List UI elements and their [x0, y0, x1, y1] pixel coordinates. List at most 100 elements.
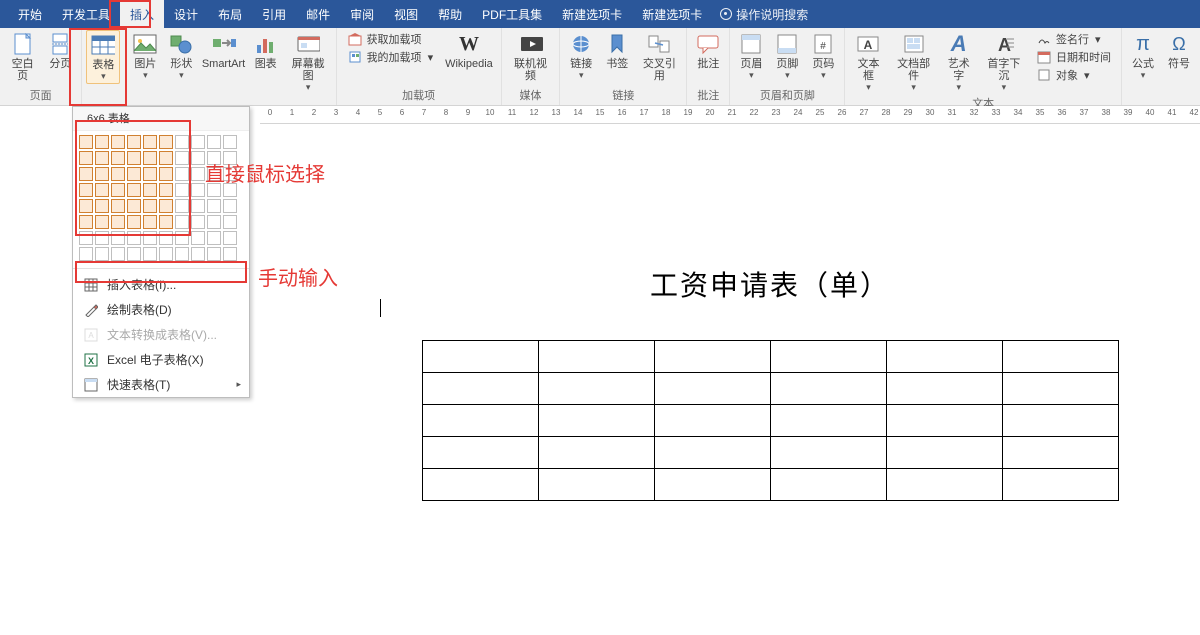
date-time-button[interactable]: 日期和时间	[1030, 48, 1117, 66]
footer-button[interactable]: 页脚 ▾	[770, 30, 804, 82]
grid-cell[interactable]	[207, 231, 221, 245]
get-addins-button[interactable]: 获取加载项	[341, 30, 440, 48]
grid-cell[interactable]	[191, 231, 205, 245]
smartart-button[interactable]: SmartArt	[200, 30, 246, 72]
grid-cell[interactable]	[95, 247, 109, 261]
quick-tables-menu-item[interactable]: 快速表格(T) ▸	[73, 372, 249, 397]
screenshot-button[interactable]: 屏幕截图 ▾	[285, 30, 332, 94]
grid-cell[interactable]	[191, 135, 205, 149]
grid-cell[interactable]	[111, 151, 125, 165]
grid-cell[interactable]	[79, 215, 93, 229]
grid-cell[interactable]	[143, 151, 157, 165]
table-cell[interactable]	[770, 341, 886, 373]
grid-cell[interactable]	[143, 247, 157, 261]
grid-cell[interactable]	[175, 183, 189, 197]
quick-parts-button[interactable]: 文档部件 ▾	[890, 30, 938, 94]
symbol-button[interactable]: Ω 符号	[1162, 30, 1196, 72]
online-video-button[interactable]: 联机视频	[506, 30, 556, 84]
pictures-button[interactable]: 图片 ▾	[128, 30, 162, 82]
grid-cell[interactable]	[111, 199, 125, 213]
tab-custom2[interactable]: 新建选项卡	[632, 0, 712, 28]
grid-cell[interactable]	[223, 231, 237, 245]
grid-cell[interactable]	[127, 199, 141, 213]
table-cell[interactable]	[538, 373, 654, 405]
grid-cell[interactable]	[111, 167, 125, 181]
grid-cell[interactable]	[159, 183, 173, 197]
grid-cell[interactable]	[127, 151, 141, 165]
page-break-button[interactable]: 分页	[43, 30, 77, 72]
table-cell[interactable]	[1002, 437, 1118, 469]
signature-line-button[interactable]: 签名行 ▾	[1030, 30, 1117, 48]
grid-cell[interactable]	[143, 231, 157, 245]
grid-cell[interactable]	[111, 183, 125, 197]
grid-cell[interactable]	[111, 231, 125, 245]
grid-cell[interactable]	[175, 167, 189, 181]
grid-cell[interactable]	[143, 183, 157, 197]
grid-cell[interactable]	[159, 231, 173, 245]
table-cell[interactable]	[538, 341, 654, 373]
grid-cell[interactable]	[175, 231, 189, 245]
tab-mailings[interactable]: 邮件	[296, 0, 340, 28]
bookmark-button[interactable]: 书签	[600, 30, 634, 72]
table-cell[interactable]	[422, 373, 538, 405]
grid-cell[interactable]	[79, 199, 93, 213]
insert-table-menu-item[interactable]: 插入表格(I)...	[73, 272, 249, 297]
grid-cell[interactable]	[143, 199, 157, 213]
grid-cell[interactable]	[207, 151, 221, 165]
grid-cell[interactable]	[175, 247, 189, 261]
grid-cell[interactable]	[143, 167, 157, 181]
grid-cell[interactable]	[191, 167, 205, 181]
tab-review[interactable]: 审阅	[340, 0, 384, 28]
grid-cell[interactable]	[127, 215, 141, 229]
tab-design[interactable]: 设计	[164, 0, 208, 28]
table-cell[interactable]	[538, 469, 654, 501]
tab-layout[interactable]: 布局	[208, 0, 252, 28]
tab-insert[interactable]: 插入	[120, 0, 164, 28]
grid-cell[interactable]	[79, 151, 93, 165]
table-cell[interactable]	[886, 469, 1002, 501]
draw-table-menu-item[interactable]: 绘制表格(D)	[73, 297, 249, 322]
grid-cell[interactable]	[95, 183, 109, 197]
table-cell[interactable]	[770, 437, 886, 469]
grid-cell[interactable]	[159, 215, 173, 229]
grid-cell[interactable]	[79, 135, 93, 149]
tab-pdf[interactable]: PDF工具集	[472, 0, 552, 28]
table-split-button[interactable]: 表格 ▾	[86, 30, 120, 84]
table-cell[interactable]	[886, 405, 1002, 437]
grid-cell[interactable]	[207, 199, 221, 213]
my-addins-button[interactable]: 我的加载项 ▾	[341, 48, 440, 66]
table-cell[interactable]	[1002, 373, 1118, 405]
grid-cell[interactable]	[207, 183, 221, 197]
table-cell[interactable]	[886, 373, 1002, 405]
grid-cell[interactable]	[191, 151, 205, 165]
grid-cell[interactable]	[111, 135, 125, 149]
wordart-button[interactable]: A 艺术字 ▾	[940, 30, 978, 94]
grid-cell[interactable]	[159, 135, 173, 149]
table-cell[interactable]	[422, 405, 538, 437]
table-cell[interactable]	[538, 437, 654, 469]
grid-cell[interactable]	[223, 199, 237, 213]
grid-cell[interactable]	[127, 247, 141, 261]
table-cell[interactable]	[886, 437, 1002, 469]
grid-cell[interactable]	[127, 231, 141, 245]
table-cell[interactable]	[770, 405, 886, 437]
table-cell[interactable]	[654, 373, 770, 405]
table-cell[interactable]	[1002, 341, 1118, 373]
link-button[interactable]: 链接 ▾	[564, 30, 598, 82]
table-grid-picker[interactable]	[73, 131, 249, 265]
grid-cell[interactable]	[111, 215, 125, 229]
header-button[interactable]: 页眉 ▾	[734, 30, 768, 82]
grid-cell[interactable]	[159, 247, 173, 261]
grid-cell[interactable]	[207, 135, 221, 149]
grid-cell[interactable]	[223, 151, 237, 165]
excel-spreadsheet-menu-item[interactable]: X Excel 电子表格(X)	[73, 347, 249, 372]
comment-button[interactable]: 批注	[691, 30, 725, 72]
table-cell[interactable]	[770, 373, 886, 405]
table-cell[interactable]	[538, 405, 654, 437]
grid-cell[interactable]	[159, 151, 173, 165]
grid-cell[interactable]	[79, 231, 93, 245]
grid-cell[interactable]	[191, 183, 205, 197]
tell-me[interactable]: 操作说明搜索	[712, 6, 816, 23]
grid-cell[interactable]	[223, 135, 237, 149]
tab-view[interactable]: 视图	[384, 0, 428, 28]
